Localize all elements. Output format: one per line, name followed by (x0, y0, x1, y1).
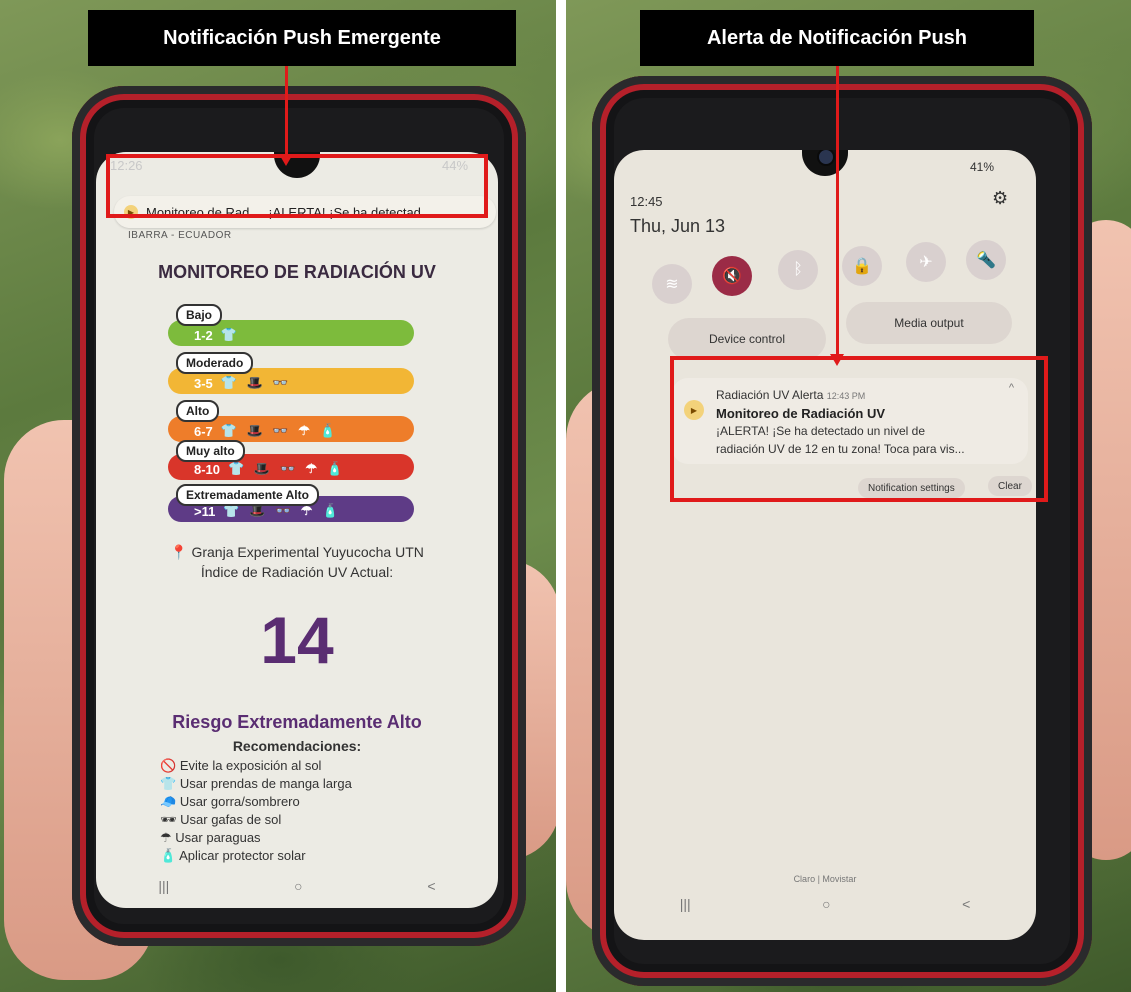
left-photo-panel: 12:26 44% ▶ Monitoreo de Rad... ¡ALERTA!… (0, 0, 556, 992)
home-button[interactable]: ○ (822, 896, 830, 912)
rotation-lock-toggle-icon[interactable]: 🔒 (842, 246, 882, 286)
qs-date: Thu, Jun 13 (630, 216, 726, 236)
uv-level-range: 1-2 (194, 328, 213, 343)
back-button[interactable]: < (427, 878, 435, 894)
android-nav-bar: ||| ○ < (96, 878, 498, 894)
uv-level-label: Bajo (176, 304, 223, 326)
recent-apps-button[interactable]: ||| (158, 878, 169, 894)
station-name: Granja Experimental Yuyucocha UTN (191, 544, 424, 560)
flashlight-toggle-icon[interactable]: 🔦 (966, 240, 1006, 280)
location-pin-icon: 📍 (170, 544, 188, 560)
wifi-toggle-icon[interactable]: ≋ (652, 264, 692, 304)
android-nav-bar: ||| ○ < (614, 896, 1036, 912)
uv-level-range: 3-5 (194, 376, 213, 391)
shirt-icon: 👕 (160, 776, 177, 791)
sunscreen-icon: 🧴 (160, 848, 177, 863)
uv-level-icons: 👕 🎩 👓 ☂ 🧴 (220, 423, 339, 438)
recommendation-item: 🧴 Aplicar protector solar (160, 848, 306, 863)
recommendation-item: 🧢 Usar gorra/sombrero (160, 794, 300, 809)
highlight-box-notification (670, 356, 1048, 502)
recommendation-item: 👕 Usar prendas de manga larga (160, 776, 352, 791)
location-header: IBARRA - ECUADOR (128, 230, 232, 241)
caption-left: Notificación Push Emergente (88, 10, 516, 66)
bluetooth-toggle-icon[interactable]: ᛒ (778, 250, 818, 290)
hat-icon: 🧢 (160, 794, 177, 809)
uv-level-range: >11 (194, 504, 216, 519)
caption-right: Alerta de Notificación Push (640, 10, 1034, 66)
uv-level-label: Moderado (176, 352, 254, 374)
right-photo-panel: 41% 12:45 Thu, Jun 13 ⚙ ≋ 🔇 ᛒ 🔒 ✈ 🔦 Devi… (566, 0, 1131, 992)
media-output-button[interactable]: Media output (846, 302, 1012, 344)
uv-level-range: 6-7 (194, 424, 213, 439)
sound-mute-toggle-icon[interactable]: 🔇 (712, 256, 752, 296)
phone-right-screen: 41% 12:45 Thu, Jun 13 ⚙ ≋ 🔇 ᛒ 🔒 ✈ 🔦 Devi… (614, 150, 1036, 940)
home-button[interactable]: ○ (294, 878, 302, 894)
umbrella-icon: ☂ (160, 830, 172, 845)
highlight-box-popup (106, 154, 488, 218)
uv-level-icons: 👕 🎩 👓 (220, 375, 292, 390)
station-line: 📍 Granja Experimental Yuyucocha UTN (96, 544, 498, 561)
uv-level-label: Muy alto (176, 440, 245, 462)
status-battery: 41% (970, 160, 995, 174)
back-button[interactable]: < (962, 896, 970, 912)
sunglasses-icon: 🕶 (160, 812, 177, 827)
carrier-label: Claro | Movistar (793, 874, 857, 884)
airplane-toggle-icon[interactable]: ✈ (906, 242, 946, 282)
arrow-line (836, 66, 839, 356)
index-label: Índice de Radiación UV Actual: (200, 564, 394, 580)
recommendation-item: 🚫 Evite la exposición al sol (160, 758, 322, 773)
uv-index-value: 14 (260, 603, 334, 677)
no-sun-icon: 🚫 (160, 758, 177, 773)
recommendations-title: Recomendaciones: (232, 738, 362, 754)
uv-level-icons: 👕 🎩 👓 ☂ 🧴 (228, 461, 346, 476)
phone-left-screen: 12:26 44% ▶ Monitoreo de Rad... ¡ALERTA!… (96, 152, 498, 908)
recent-apps-button[interactable]: ||| (680, 896, 691, 912)
recommendation-item: ☂ Usar paraguas (160, 830, 261, 845)
uv-level-icons: 👕 (220, 327, 240, 342)
qs-time: 12:45 (630, 194, 663, 209)
recommendation-item: 🕶 Usar gafas de sol (160, 812, 282, 827)
uv-level-range: 8-10 (194, 462, 221, 477)
settings-gear-icon[interactable]: ⚙ (992, 188, 1008, 209)
page-title: MONITOREO DE RADIACIÓN UV (158, 262, 436, 282)
device-control-button[interactable]: Device control (668, 318, 826, 360)
uv-level-label: Extremadamente Alto (176, 484, 319, 506)
arrow-line (285, 66, 288, 156)
uv-level-label: Alto (176, 400, 220, 422)
risk-level: Riesgo Extremadamente Alto (172, 712, 422, 732)
